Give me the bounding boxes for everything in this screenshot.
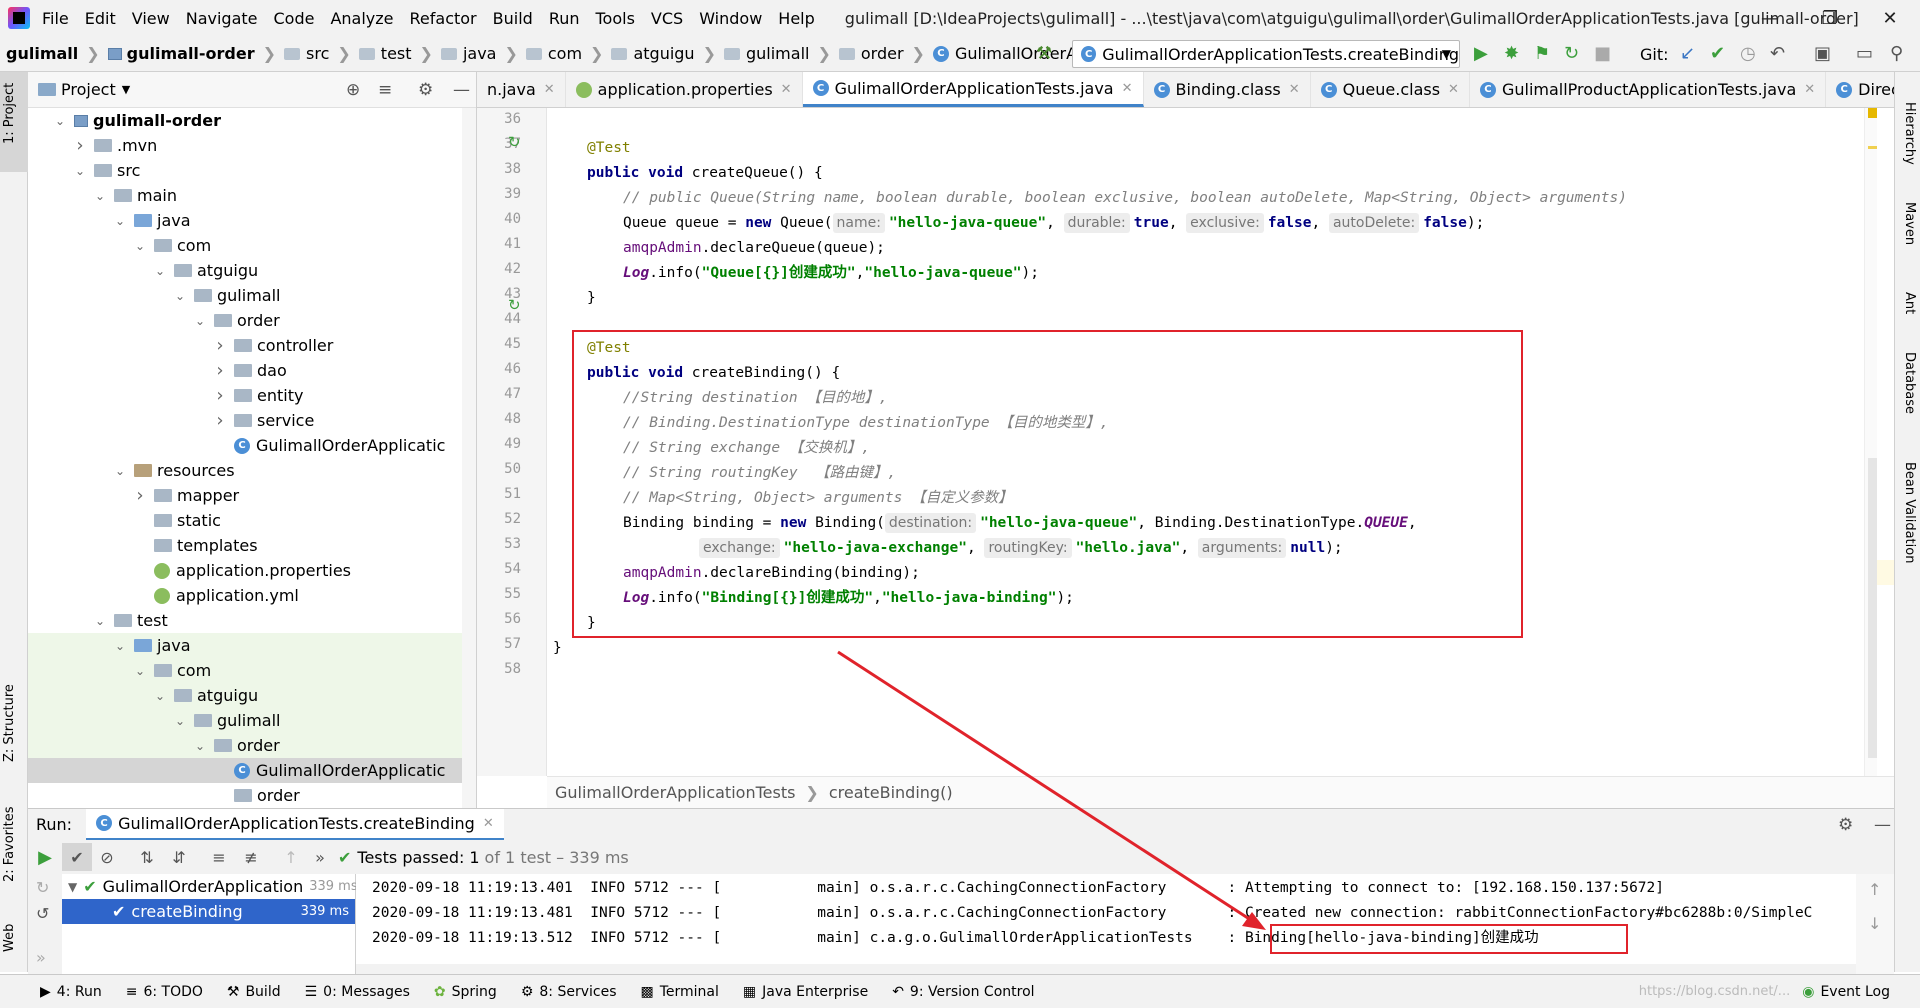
tool-window-bar: ▶ 4: Run ≡ 6: TODO ⚒ Build ☰ 0: Messages ✿ Sp…	[0, 974, 1920, 1008]
tool-java-enterprise[interactable]: ▦ Java Enterprise	[743, 984, 868, 1000]
version-control-icon: ↶	[892, 983, 904, 1000]
annotation-arrow	[837, 650, 1266, 930]
tool-terminal[interactable]: ▩ Terminal	[641, 984, 719, 1000]
tool-build[interactable]: ⚒ Build	[227, 984, 281, 1000]
gear-icon: ⚙	[520, 983, 534, 1000]
tool-services[interactable]: ⚙ 8: Services	[521, 984, 617, 1000]
tool-version-control[interactable]: ↶ 9: Version Control	[892, 984, 1034, 1000]
play-icon: ▶	[40, 983, 51, 1000]
hammer-icon: ⚒	[226, 983, 240, 1000]
event-log-icon: ◉	[1802, 983, 1815, 1000]
watermark: https://blog.csdn.net/...	[1638, 984, 1791, 999]
tool-todo[interactable]: ≡ 6: TODO	[126, 984, 203, 1000]
list-icon: ≡	[125, 983, 138, 1000]
messages-icon: ☰	[304, 983, 318, 1000]
tool-run[interactable]: ▶ 4: Run	[40, 984, 102, 1000]
tool-spring[interactable]: ✿ Spring	[434, 984, 497, 1000]
terminal-icon: ▩	[640, 983, 654, 1000]
event-log[interactable]: ◉ Event Log	[1802, 984, 1890, 1000]
java-enterprise-icon: ▦	[742, 983, 757, 1000]
tool-messages[interactable]: ☰ 0: Messages	[305, 984, 410, 1000]
spring-leaf-icon: ✿	[433, 983, 446, 1000]
